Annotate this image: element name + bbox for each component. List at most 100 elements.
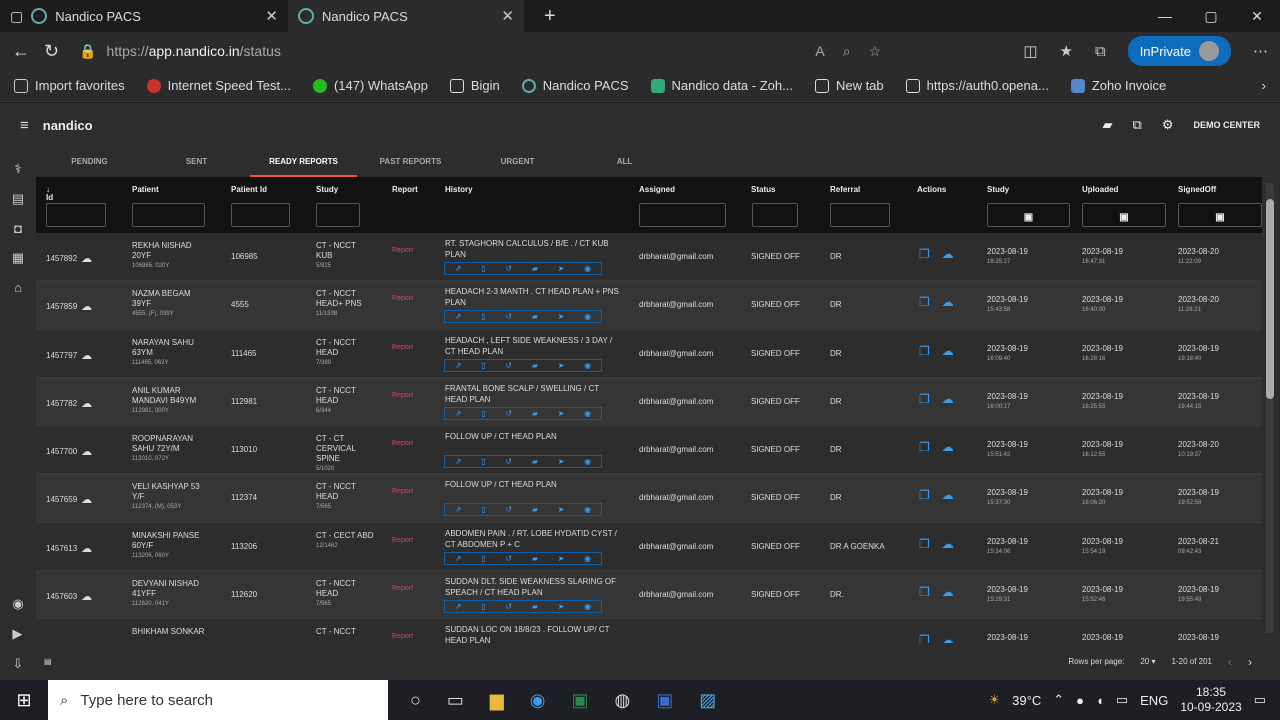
fav-zoho-invoice[interactable]: Zoho Invoice [1070,78,1166,93]
fav-newtab[interactable]: New tab [814,78,884,93]
export-icon[interactable]: ▤ [44,657,52,666]
copy-report-icon[interactable]: ❐ [919,633,930,643]
send-icon[interactable]: ➤ [558,361,565,370]
chevron-right-icon[interactable]: › [1262,78,1266,93]
menu-icon[interactable]: ≡ [20,117,29,134]
table-row[interactable]: 1457700 ☁ ROOPNARAYAN SAHU 72Y/M 113010, 0… [36,426,1262,475]
open-icon[interactable]: ⇗ [455,312,462,321]
col-id[interactable]: Id ↓ [46,185,53,202]
message-icon[interactable]: ▰ [532,312,538,321]
filter-assigned[interactable] [639,203,726,227]
fav-bigin[interactable]: Bigin [449,78,500,93]
nav-logo-icon[interactable]: ◉ [12,596,23,612]
cloud-upload-icon[interactable]: ☁ [942,440,954,454]
nav-calendar-icon[interactable]: ▦ [12,250,24,266]
favorites-icon[interactable]: ★ [1060,42,1073,60]
view-icon[interactable]: ◉ [584,409,591,418]
temperature[interactable]: 39°C [1012,693,1041,708]
next-page-icon[interactable]: › [1248,655,1252,669]
send-icon[interactable]: ➤ [558,264,565,273]
cloud-icon[interactable]: ☁ [81,590,92,603]
copy-report-icon[interactable]: ❐ [919,344,930,358]
filter-uploaded-date[interactable]: ▣ [1082,203,1166,227]
study-id[interactable]: 1457797 [46,351,77,360]
attach-icon[interactable]: ▯ [481,312,485,321]
filter-patient[interactable] [132,203,205,227]
notification-icon[interactable]: ▭ [1254,692,1266,708]
message-icon[interactable]: ▰ [532,457,538,466]
view-icon[interactable]: ◉ [584,457,591,466]
message-icon[interactable]: ▰ [532,264,538,273]
excel-icon[interactable]: ▣ [571,690,588,711]
table-row[interactable]: 1457659 ☁ VELI KASHYAP 53 Y/F 112374, (M),… [36,474,1262,523]
weather-icon[interactable]: ☀ [989,692,1001,708]
mic-icon[interactable]: ● [1076,693,1084,708]
view-icon[interactable]: ◉ [584,264,591,273]
copy-report-icon[interactable]: ❐ [919,537,930,551]
open-icon[interactable]: ⇗ [455,409,462,418]
cloud-upload-icon[interactable]: ☁ [942,295,954,309]
cloud-icon[interactable]: ☁ [81,445,92,458]
message-icon[interactable]: ▰ [532,409,538,418]
window-close-icon[interactable]: ✕ [1234,8,1280,25]
view-icon[interactable]: ◉ [584,505,591,514]
browser-tab-1[interactable]: ▢ Nandico PACS ✕ [0,0,288,32]
col-referral[interactable]: Referral [830,185,860,194]
tab-all[interactable]: ALL [571,147,678,177]
cloud-icon[interactable]: ☁ [81,252,92,265]
col-study[interactable]: Study [316,185,338,194]
message-icon[interactable]: ▰ [532,505,538,514]
history-icon[interactable]: ↺ [505,602,512,611]
chevron-up-icon[interactable]: ⌃ [1053,692,1064,708]
col-history[interactable]: History [445,185,473,194]
filter-id[interactable] [46,203,106,227]
view-icon[interactable]: ◉ [584,602,591,611]
nav-settings-icon[interactable]: ◘ [14,221,22,236]
inprivate-button[interactable]: InPrivate [1127,36,1231,66]
cloud-icon[interactable]: ☁ [81,493,92,506]
edge-icon[interactable]: ◉ [530,690,546,711]
split-screen-icon[interactable]: ◫ [1023,42,1037,60]
chat-icon[interactable]: ▰ [1103,117,1113,133]
filter-study[interactable] [316,203,360,227]
zoom-icon[interactable]: ⌕ [843,43,851,60]
col-signedoff[interactable]: SignedOff [1178,185,1216,194]
history-icon[interactable]: ↺ [505,361,512,370]
gear-icon[interactable]: ⚙ [1162,117,1174,133]
message-icon[interactable]: ▰ [532,361,538,370]
collections-icon[interactable]: ⧉ [1095,43,1106,60]
report-link[interactable]: Report [392,344,413,351]
view-icon[interactable]: ◉ [584,554,591,563]
table-scrollbar[interactable] [1266,183,1274,633]
col-assigned[interactable]: Assigned [639,185,675,194]
report-link[interactable]: Report [392,440,413,447]
open-icon[interactable]: ⇗ [455,554,462,563]
view-icon[interactable]: ◉ [584,361,591,370]
windows-start-icon[interactable]: ⊞ [0,690,48,711]
col-status[interactable]: Status [751,185,775,194]
table-row[interactable]: 1457797 ☁ NARAYAN SAHU 63YM 111465, 063Y 1… [36,329,1262,378]
url-field[interactable]: 🔒 https://app.nandico.in/status A ⌕ ☆ [73,36,894,66]
open-icon[interactable]: ⇗ [455,361,462,370]
attach-icon[interactable]: ▯ [481,457,485,466]
cloud-upload-icon[interactable]: ☁ [942,585,954,599]
table-row[interactable]: 1457859 ☁ NAZMA BEGAM 39YF 4555, (F), 039Y… [36,281,1262,330]
study-id[interactable]: 1457700 [46,447,77,456]
rows-per-page-select[interactable]: 20 ▾ [1140,657,1155,666]
nav-worklist-icon[interactable]: ⚕ [14,161,21,177]
language[interactable]: ENG [1140,693,1168,708]
tab-past-reports[interactable]: PAST REPORTS [357,147,464,177]
task-view-icon[interactable]: ▭ [447,690,464,711]
attach-icon[interactable]: ▯ [481,264,485,273]
taskbar-search[interactable]: ⌕ Type here to search [48,680,388,720]
fav-nandico[interactable]: Nandico PACS [521,78,629,93]
attach-icon[interactable]: ▯ [481,505,485,514]
prev-page-icon[interactable]: ‹ [1228,655,1232,669]
report-link[interactable]: Report [392,488,413,495]
close-tab-icon[interactable]: ✕ [265,7,278,25]
col-patient[interactable]: Patient [132,185,159,194]
cloud-upload-icon[interactable]: ☁ [942,392,954,406]
volume-icon[interactable]: ◖ [1096,693,1104,708]
filter-study-date[interactable]: ▣ [987,203,1070,227]
report-link[interactable]: Report [392,633,413,640]
